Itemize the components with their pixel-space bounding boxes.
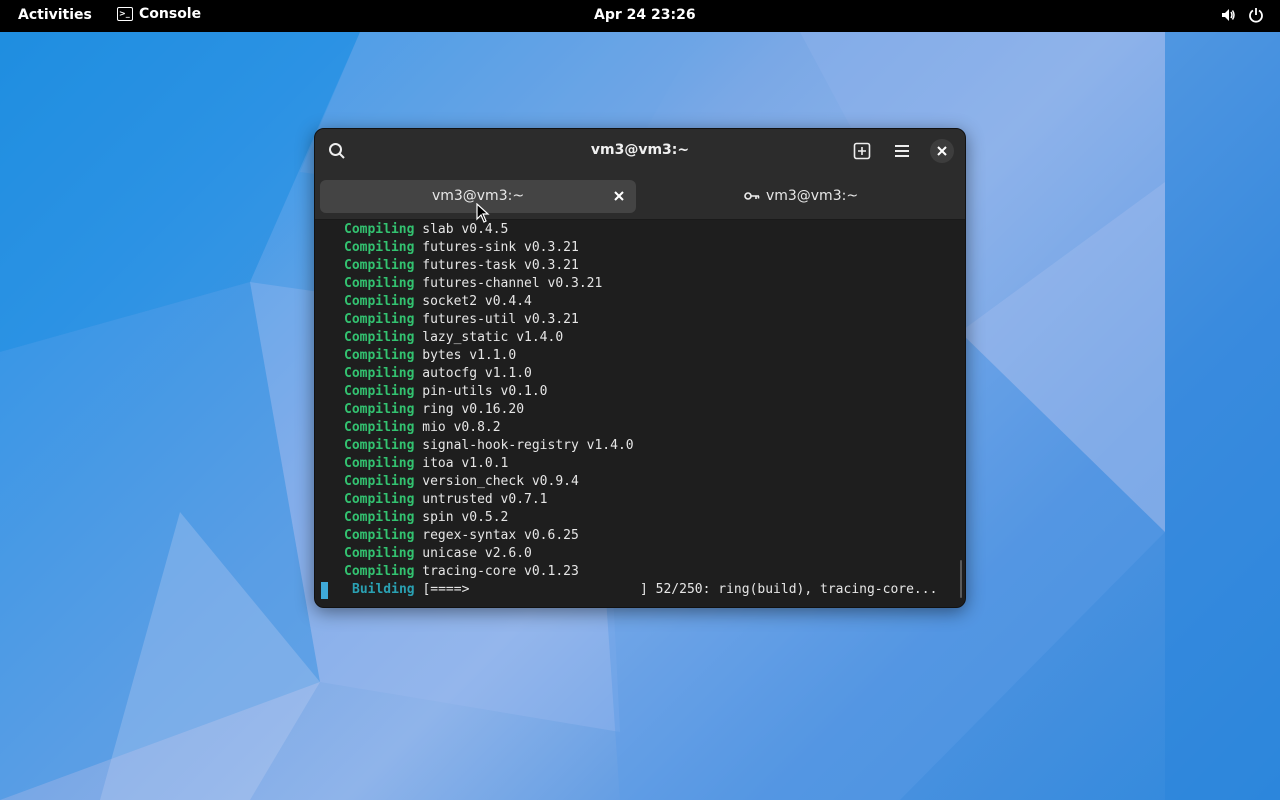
header-bar[interactable]: vm3@vm3:~ <box>315 129 965 173</box>
tab-label: vm3@vm3:~ <box>431 188 525 204</box>
status-progress-bar: [====> <box>422 582 470 597</box>
terminal-line-keyword: Compiling <box>344 564 415 579</box>
terminal-line-text: signal-hook-registry v1.4.0 <box>422 438 634 453</box>
key-icon <box>744 192 760 200</box>
terminal-line: Compiling futures-sink v0.3.21 <box>344 239 579 257</box>
terminal-line: Compiling slab v0.4.5 <box>344 221 508 239</box>
terminal-line: Compiling futures-util v0.3.21 <box>344 311 579 329</box>
terminal-area[interactable]: Compiling slab v0.4.5 Compiling futures-s… <box>315 220 965 607</box>
terminal-line-text: pin-utils v0.1.0 <box>422 384 548 399</box>
terminal-line: Compiling version_check v0.9.4 <box>344 473 579 491</box>
terminal-line: Compiling tracing-core v0.1.23 <box>344 563 579 581</box>
top-bar: Activities >_ Console Apr 24 23:26 <box>0 0 1280 32</box>
activities-button[interactable]: Activities <box>18 7 92 23</box>
terminal-line-text: futures-task v0.3.21 <box>422 258 579 273</box>
tab-2[interactable]: vm3@vm3:~ <box>641 180 961 213</box>
terminal-line-keyword: Compiling <box>344 384 415 399</box>
terminal-line: Compiling autocfg v1.1.0 <box>344 365 532 383</box>
terminal-line-keyword: Compiling <box>344 546 415 561</box>
terminal-line-text: version_check v0.9.4 <box>422 474 579 489</box>
terminal-line-keyword: Compiling <box>344 294 415 309</box>
app-name: Console <box>139 6 202 22</box>
terminal-scrollbar[interactable] <box>960 560 962 598</box>
terminal-line-text: futures-channel v0.3.21 <box>422 276 603 291</box>
terminal-line-keyword: Compiling <box>344 528 415 543</box>
terminal-line: Compiling mio v0.8.2 <box>344 419 501 437</box>
terminal-line: Compiling lazy_static v1.4.0 <box>344 329 563 347</box>
terminal-line-keyword: Compiling <box>344 456 415 471</box>
terminal-line-keyword: Compiling <box>344 402 415 417</box>
mouse-pointer-icon <box>476 203 490 223</box>
close-icon <box>937 146 947 156</box>
terminal-line-text: bytes v1.1.0 <box>422 348 517 363</box>
terminal-line-keyword: Compiling <box>344 492 415 507</box>
terminal-line-keyword: Compiling <box>344 510 415 525</box>
terminal-line: Compiling itoa v1.0.1 <box>344 455 508 473</box>
terminal-line: Compiling futures-channel v0.3.21 <box>344 275 602 293</box>
terminal-line-keyword: Compiling <box>344 330 415 345</box>
hamburger-menu-icon <box>895 145 909 157</box>
terminal-line-text: itoa v1.0.1 <box>422 456 509 471</box>
terminal-line-keyword: Compiling <box>344 438 415 453</box>
status-progress-text: ] 52/250: ring(build), tracing-core... <box>640 582 938 597</box>
terminal-status-line: Building [====> <box>352 581 469 599</box>
tab-close-icon[interactable] <box>612 189 626 203</box>
tab-label: vm3@vm3:~ <box>765 188 859 204</box>
terminal-line-keyword: Compiling <box>344 420 415 435</box>
console-window: vm3@vm3:~ vm3@vm3:~ vm3@vm3:~ Compiling … <box>314 128 966 608</box>
terminal-app-icon: >_ <box>117 7 133 21</box>
tab-bar: vm3@vm3:~ vm3@vm3:~ <box>315 173 965 220</box>
app-menu-button[interactable]: >_ Console <box>117 6 201 22</box>
terminal-line-text: untrusted v0.7.1 <box>422 492 548 507</box>
terminal-line-keyword: Compiling <box>344 312 415 327</box>
terminal-line-text: ring v0.16.20 <box>422 402 525 417</box>
system-tray[interactable] <box>1220 7 1264 23</box>
terminal-line-text: autocfg v1.1.0 <box>422 366 532 381</box>
terminal-line-keyword: Compiling <box>344 366 415 381</box>
terminal-line-text: lazy_static v1.4.0 <box>422 330 564 345</box>
volume-icon[interactable] <box>1220 7 1236 23</box>
terminal-line: Compiling socket2 v0.4.4 <box>344 293 532 311</box>
terminal-line: Compiling bytes v1.1.0 <box>344 347 516 365</box>
terminal-line-text: futures-util v0.3.21 <box>422 312 579 327</box>
terminal-line-text: spin v0.5.2 <box>422 510 509 525</box>
terminal-line-text: socket2 v0.4.4 <box>422 294 532 309</box>
terminal-line-text: regex-syntax v0.6.25 <box>422 528 579 543</box>
terminal-line: Compiling unicase v2.6.0 <box>344 545 532 563</box>
terminal-line-text: futures-sink v0.3.21 <box>422 240 579 255</box>
terminal-line-text: slab v0.4.5 <box>422 222 509 237</box>
main-menu-button[interactable] <box>890 139 914 163</box>
close-window-button[interactable] <box>930 139 954 163</box>
terminal-line-keyword: Compiling <box>344 276 415 291</box>
terminal-line: Compiling pin-utils v0.1.0 <box>344 383 548 401</box>
terminal-line: Compiling ring v0.16.20 <box>344 401 524 419</box>
terminal-line-text: mio v0.8.2 <box>422 420 501 435</box>
terminal-line-text: unicase v2.6.0 <box>422 546 532 561</box>
status-keyword: Building <box>352 582 415 597</box>
terminal-line-text: tracing-core v0.1.23 <box>422 564 579 579</box>
terminal-cursor <box>321 582 328 599</box>
terminal-line-keyword: Compiling <box>344 258 415 273</box>
terminal-line-keyword: Compiling <box>344 474 415 489</box>
clock-button[interactable]: Apr 24 23:26 <box>594 7 696 23</box>
terminal-line-keyword: Compiling <box>344 222 415 237</box>
terminal-line-keyword: Compiling <box>344 348 415 363</box>
terminal-line: Compiling untrusted v0.7.1 <box>344 491 548 509</box>
terminal-line: Compiling regex-syntax v0.6.25 <box>344 527 579 545</box>
terminal-line: Compiling signal-hook-registry v1.4.0 <box>344 437 634 455</box>
new-tab-icon <box>853 142 871 160</box>
terminal-line: Compiling futures-task v0.3.21 <box>344 257 579 275</box>
terminal-line: Compiling spin v0.5.2 <box>344 509 508 527</box>
power-icon[interactable] <box>1248 7 1264 23</box>
terminal-line-keyword: Compiling <box>344 240 415 255</box>
new-tab-button[interactable] <box>850 139 874 163</box>
